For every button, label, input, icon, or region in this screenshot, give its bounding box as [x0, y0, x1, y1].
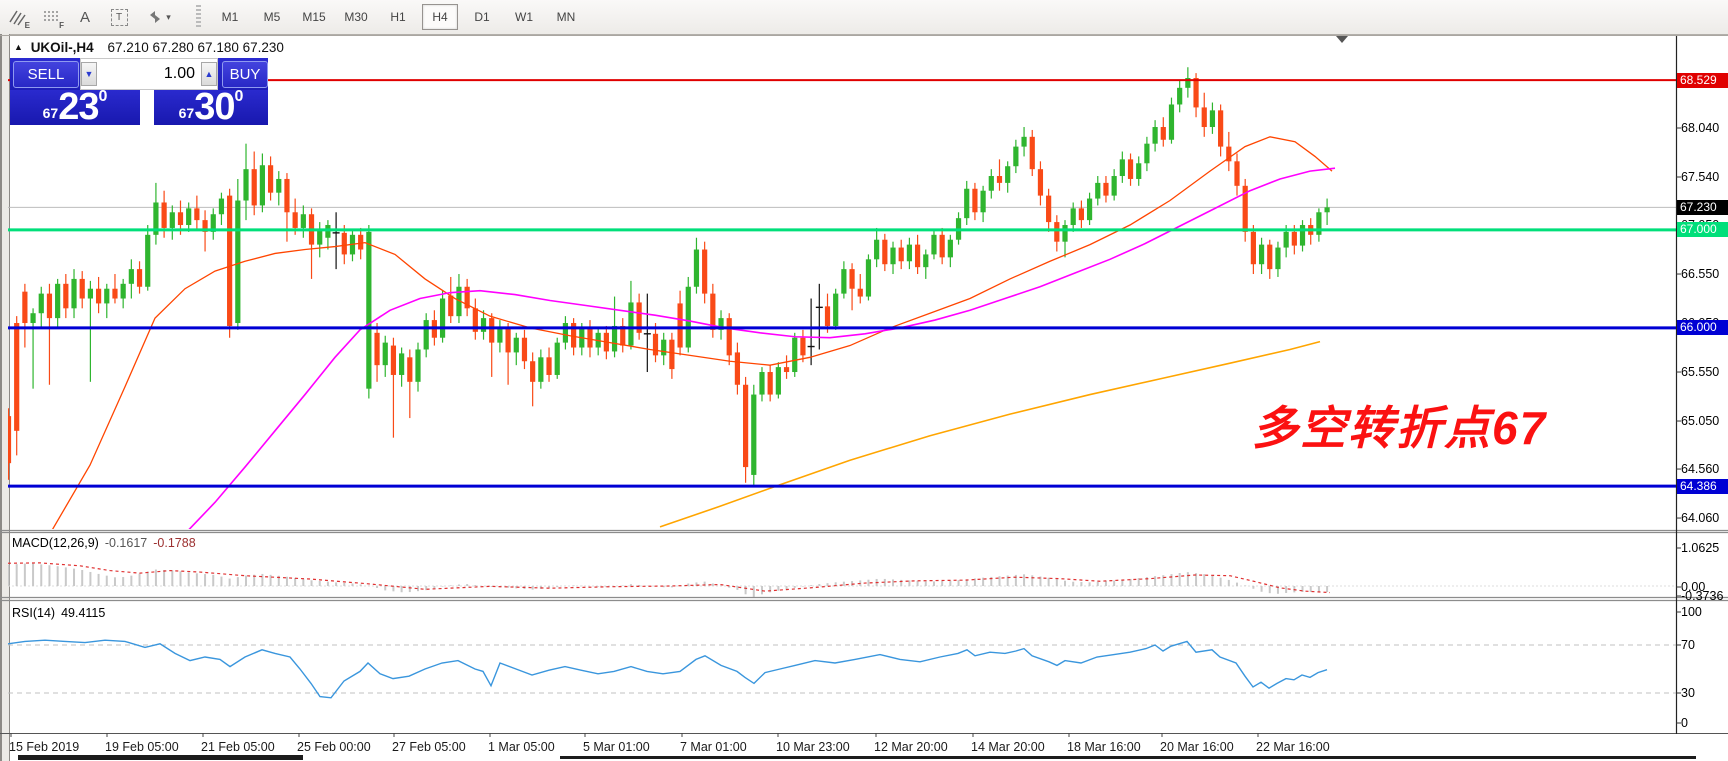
- bottom-scrollbar-thumb[interactable]: [18, 755, 303, 760]
- sell-price-big: 23: [58, 91, 98, 124]
- time-tick: 20 Mar 16:00: [1160, 740, 1234, 754]
- macd-tick: -0.3736: [1681, 589, 1727, 603]
- time-tick: 25 Feb 00:00: [297, 740, 371, 754]
- price-tick: 64.560: [1681, 462, 1727, 476]
- macd-main-value: -0.1617: [105, 536, 147, 550]
- bottom-scrollbar-track: [560, 756, 1696, 759]
- volume-increase-button[interactable]: ▲: [201, 62, 217, 86]
- rsi-tick: 70: [1681, 638, 1727, 652]
- price-tick: 67.540: [1681, 170, 1727, 184]
- rsi-value: 49.4115: [61, 606, 105, 620]
- time-tick: 27 Feb 05:00: [392, 740, 466, 754]
- one-click-trading-panel: ▼ ▲ SELL BUY 67230 67300: [10, 58, 268, 125]
- symbol-period-label: UKOil-,H4: [31, 40, 94, 55]
- rsi-tick: 100: [1681, 605, 1727, 619]
- sell-price-panel[interactable]: 67230: [10, 90, 140, 125]
- chart-title: ▲ UKOil-,H4 67.210 67.280 67.180 67.230: [14, 40, 284, 55]
- time-tick: 15 Feb 2019: [9, 740, 79, 754]
- macd-tick: 1.0625: [1681, 541, 1727, 555]
- collapse-arrow-icon[interactable]: ▲: [14, 42, 23, 52]
- sell-price-sup: 0: [98, 88, 107, 106]
- price-tick: 68.040: [1681, 121, 1727, 135]
- sell-button[interactable]: SELL: [13, 61, 79, 88]
- time-tick: 19 Feb 05:00: [105, 740, 179, 754]
- buy-price-panel[interactable]: 67300: [154, 90, 268, 125]
- volume-decrease-button[interactable]: ▼: [81, 62, 97, 86]
- price-tick: 64.060: [1681, 511, 1727, 525]
- buy-price-sup: 0: [234, 88, 243, 106]
- time-tick: 18 Mar 16:00: [1067, 740, 1141, 754]
- volume-input[interactable]: [97, 64, 201, 84]
- buy-price-big: 30: [194, 91, 234, 124]
- rsi-tick: 0: [1681, 716, 1727, 730]
- mt4-window: E F A T ▾ M1M5M15M30H1H4D1W1MN ▲ UKOil-,…: [0, 0, 1728, 761]
- buy-button[interactable]: BUY: [222, 61, 268, 88]
- shift-marker-icon: [1336, 36, 1348, 43]
- sell-price-small: 67: [43, 105, 59, 121]
- level-price-tag: 67.000: [1677, 222, 1728, 237]
- level-price-tag: 68.529: [1677, 73, 1728, 88]
- ohlc-values: 67.210 67.280 67.180 67.230: [107, 40, 283, 55]
- chart-annotation: 多空转折点67: [1252, 392, 1547, 458]
- time-tick: 7 Mar 01:00: [680, 740, 747, 754]
- rsi-tick: 30: [1681, 686, 1727, 700]
- time-tick: 1 Mar 05:00: [488, 740, 555, 754]
- macd-label: MACD(12,26,9)-0.1617-0.1788: [12, 536, 196, 550]
- time-tick: 10 Mar 23:00: [776, 740, 850, 754]
- buy-price-small: 67: [179, 105, 195, 121]
- rsi-label: RSI(14)49.4115: [12, 606, 105, 620]
- time-tick: 21 Feb 05:00: [201, 740, 275, 754]
- time-tick: 5 Mar 01:00: [583, 740, 650, 754]
- price-tick: 65.050: [1681, 414, 1727, 428]
- level-price-tag: 66.000: [1677, 320, 1728, 335]
- time-tick: 22 Mar 16:00: [1256, 740, 1330, 754]
- time-tick: 14 Mar 20:00: [971, 740, 1045, 754]
- price-tick: 66.550: [1681, 267, 1727, 281]
- price-tick: 65.550: [1681, 365, 1727, 379]
- macd-signal-value: -0.1788: [153, 536, 195, 550]
- time-tick: 12 Mar 20:00: [874, 740, 948, 754]
- level-price-tag: 64.386: [1677, 479, 1728, 494]
- current-price-tag: 67.230: [1677, 200, 1728, 215]
